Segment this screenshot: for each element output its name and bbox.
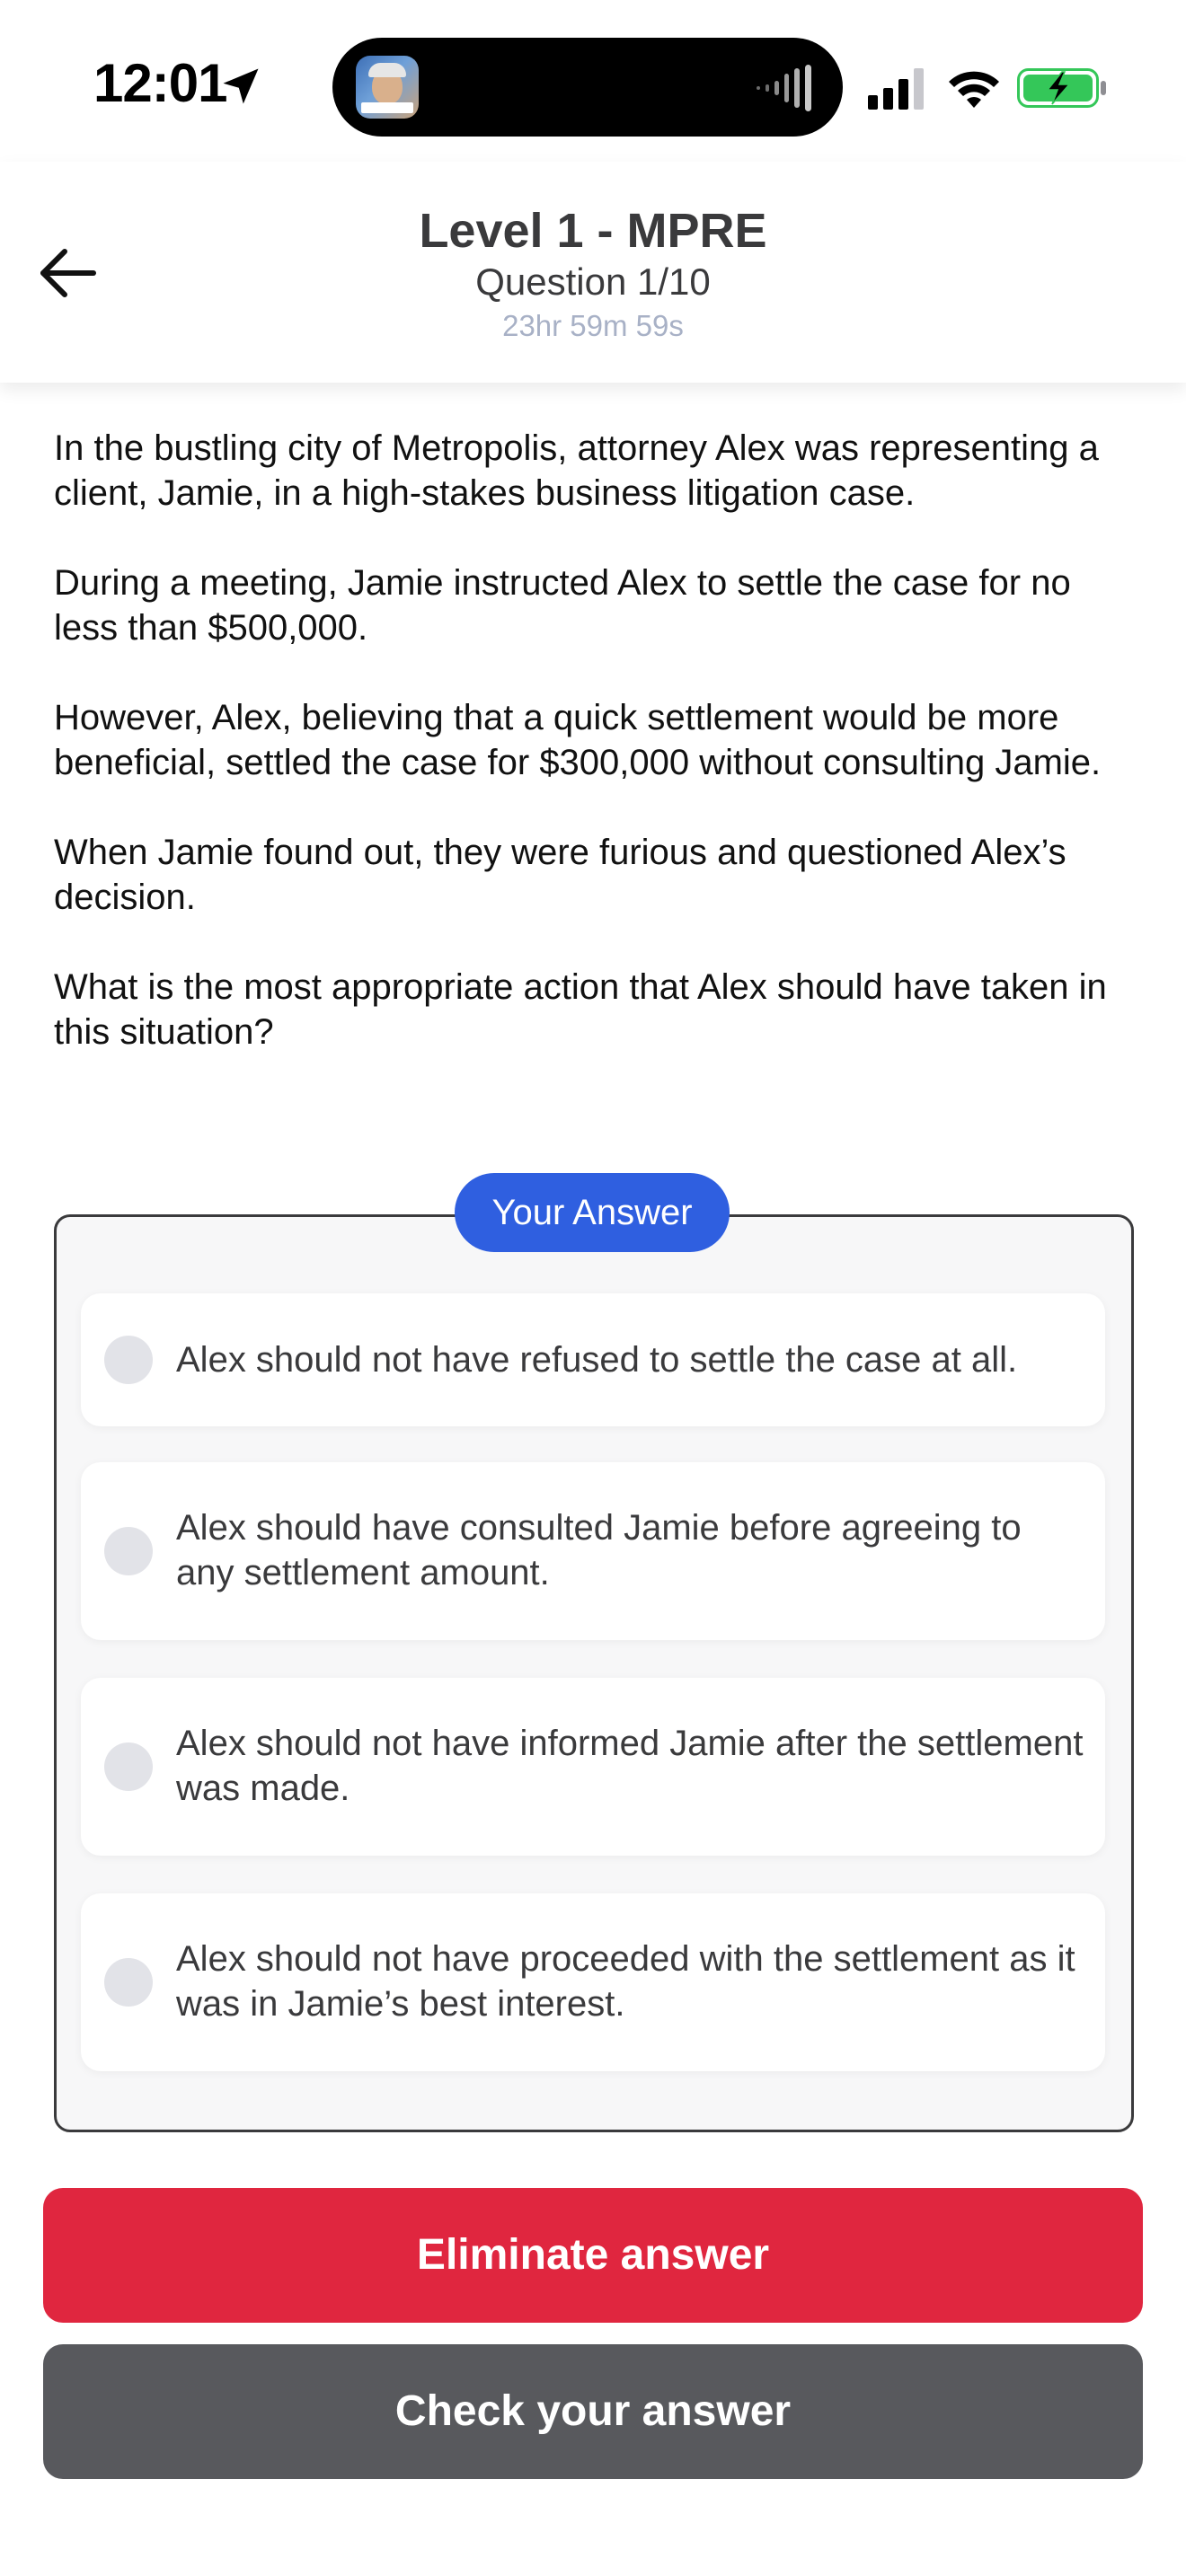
answer-option-1[interactable]: Alex should not have refused to settle t… <box>81 1293 1105 1426</box>
question-paragraph: When Jamie found out, they were furious … <box>54 833 1067 917</box>
answer-option-text: Alex should not have refused to settle t… <box>176 1340 1018 1380</box>
answer-option-3[interactable]: Alex should not have informed Jamie afte… <box>81 1678 1105 1856</box>
question-paragraph: During a meeting, Jamie instructed Alex … <box>54 563 1071 648</box>
radio-button[interactable] <box>104 1958 153 2007</box>
your-answer-label: Your Answer <box>455 1173 730 1252</box>
location-arrow-icon <box>223 68 259 104</box>
now-playing-artwork <box>356 56 419 119</box>
page-title: Level 1 - MPRE <box>419 204 767 258</box>
status-indicators <box>868 68 1106 110</box>
answer-option-text: Alex should not have informed Jamie afte… <box>176 1724 1084 1808</box>
radio-button[interactable] <box>104 1336 153 1384</box>
status-time: 12:01 <box>93 53 227 113</box>
eliminate-answer-button[interactable]: Eliminate answer <box>43 2188 1143 2323</box>
question-paragraph: In the bustling city of Metropolis, atto… <box>54 428 1099 513</box>
status-bar: 12:01 <box>0 0 1186 162</box>
app-header: Level 1 - MPRE Question 1/10 23hr 59m 59… <box>0 162 1186 383</box>
answer-option-2[interactable]: Alex should have consulted Jamie before … <box>81 1462 1105 1640</box>
question-prompt: What is the most appropriate action that… <box>54 967 1107 1052</box>
check-answer-button[interactable]: Check your answer <box>43 2344 1143 2479</box>
question-text: In the bustling city of Metropolis, atto… <box>54 426 1132 1099</box>
countdown-timer: 23hr 59m 59s <box>502 309 684 342</box>
radio-button[interactable] <box>104 1742 153 1791</box>
question-counter: Question 1/10 <box>475 260 711 303</box>
audio-waveform-icon <box>757 65 811 111</box>
battery-icon <box>1017 68 1106 108</box>
cellular-signal-icon <box>868 68 924 110</box>
dynamic-island[interactable] <box>332 38 843 137</box>
answer-option-4[interactable]: Alex should not have proceeded with the … <box>81 1893 1105 2071</box>
radio-button[interactable] <box>104 1527 153 1575</box>
question-paragraph: However, Alex, believing that a quick se… <box>54 698 1102 782</box>
answer-option-text: Alex should have consulted Jamie before … <box>176 1508 1022 1592</box>
answer-option-text: Alex should not have proceeded with the … <box>176 1939 1075 2024</box>
wifi-icon <box>949 71 999 108</box>
